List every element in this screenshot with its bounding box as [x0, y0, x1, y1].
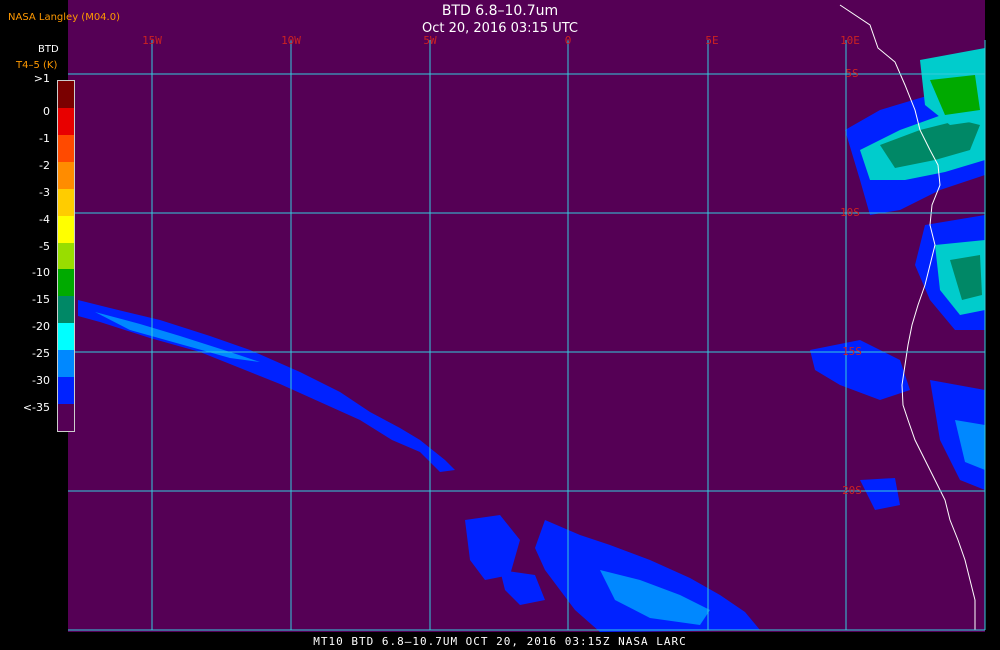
legend-swatch [58, 296, 74, 324]
color-scale-labels: >1 0 -1 -2 -3 -4 -5 -10 -15 -20 -25 -30 <-35 [0, 0, 60, 440]
legend-label: -25 [32, 347, 50, 361]
legend-swatch [58, 107, 74, 135]
legend-label: -4 [39, 212, 50, 226]
legend-swatch [58, 377, 74, 405]
observation-time: Oct 20, 2016 03:15 UTC [422, 21, 578, 36]
legend-label: -20 [32, 320, 50, 334]
legend-label: -5 [39, 239, 50, 253]
legend-swatch [58, 215, 74, 243]
legend-label: <-35 [22, 401, 50, 415]
legend-label: -15 [32, 293, 50, 307]
lat-label-10s: 10S [840, 206, 860, 219]
legend-swatch [58, 81, 74, 108]
legend-label: -30 [32, 374, 50, 388]
legend-swatch [58, 404, 74, 431]
lat-label-15s: 15S [842, 345, 862, 358]
legend-label: -10 [32, 266, 50, 280]
legend-swatch [58, 350, 74, 378]
satellite-map: 15W 10W 5W 0 5E 10E 5S 10S 15S 20S [68, 0, 986, 632]
lat-label-20s: 20S [842, 484, 862, 497]
legend-swatch [58, 188, 74, 216]
legend-label: 0 [43, 104, 50, 118]
legend-label: >1 [33, 72, 50, 85]
legend-swatch [58, 242, 74, 270]
map-background [68, 0, 985, 632]
legend-swatch [58, 323, 74, 351]
legend-label: -1 [39, 131, 50, 145]
product-title: BTD 6.8–10.7um [441, 3, 559, 19]
legend-swatch [58, 134, 74, 162]
legend-swatch [58, 161, 74, 189]
legend-label: -3 [39, 185, 50, 199]
lat-label-5s: 5S [845, 67, 858, 80]
legend-swatch [58, 269, 74, 297]
footer-caption: MT10 BTD 6.8–10.7UM OCT 20, 2016 03:15Z … [313, 635, 687, 648]
legend-label: -2 [39, 158, 50, 172]
